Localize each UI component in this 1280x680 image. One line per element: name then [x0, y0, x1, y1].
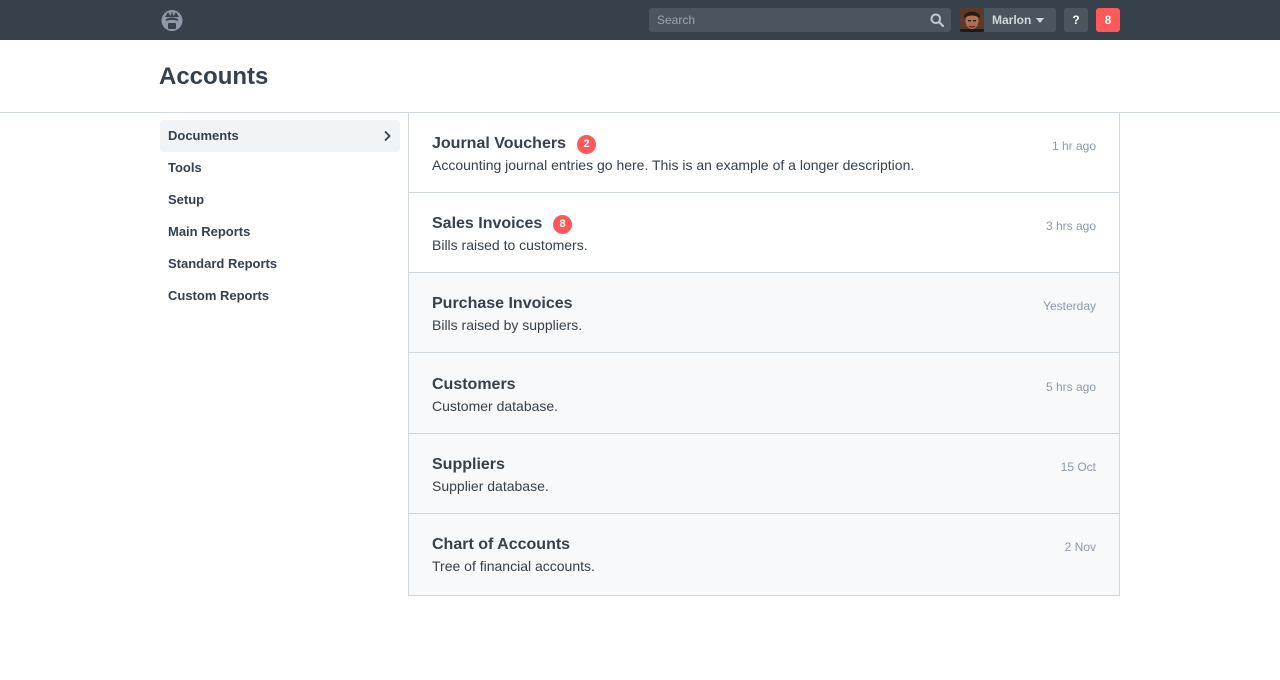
user-name: Marlon: [992, 13, 1032, 27]
list-item-customers[interactable]: Customers Customer database. 5 hrs ago: [409, 354, 1119, 434]
page-title: Accounts: [159, 63, 269, 90]
item-title: Chart of Accounts: [432, 536, 571, 553]
item-timestamp: Yesterday: [1043, 299, 1096, 313]
list-item-purchase-invoices[interactable]: Purchase Invoices Bills raised by suppli…: [409, 273, 1119, 353]
list-item-sales-invoices[interactable]: Sales Invoices 8 Bills raised to custome…: [409, 193, 1119, 273]
sidebar-item-label: Custom Reports: [168, 288, 270, 303]
caret-down-icon: [1036, 18, 1044, 23]
document-list: Journal Vouchers 2 Accounting journal en…: [408, 113, 1120, 596]
sidebar-item-setup[interactable]: Setup: [160, 184, 400, 216]
item-title: Purchase Invoices: [432, 295, 573, 312]
item-title: Journal Vouchers: [432, 135, 566, 152]
item-title: Sales Invoices: [432, 215, 543, 232]
search-input[interactable]: [649, 8, 923, 32]
item-timestamp: 1 hr ago: [1051, 139, 1096, 153]
item-title: Customers: [432, 376, 516, 393]
search-icon[interactable]: [930, 13, 944, 27]
item-description: Customer database.: [432, 398, 559, 414]
count-badge: 2: [577, 135, 596, 154]
search-box: [649, 8, 951, 32]
item-description: Tree of financial accounts.: [432, 558, 595, 574]
sidebar-item-label: Standard Reports: [168, 256, 278, 271]
item-timestamp: 5 hrs ago: [1045, 380, 1096, 394]
sidebar-item-main-reports[interactable]: Main Reports: [160, 216, 400, 248]
user-menu-button[interactable]: Marlon: [984, 8, 1056, 32]
help-button[interactable]: ?: [1064, 8, 1088, 32]
item-timestamp: 15 Oct: [1060, 460, 1096, 474]
sidebar-item-label: Main Reports: [168, 224, 251, 239]
notifications-button[interactable]: 8: [1096, 8, 1120, 32]
sidebar-item-label: Setup: [168, 192, 205, 207]
app-logo-icon[interactable]: [160, 8, 184, 32]
sidebar-item-standard-reports[interactable]: Standard Reports: [160, 248, 400, 280]
item-title: Suppliers: [432, 456, 505, 473]
item-description: Supplier database.: [432, 478, 549, 494]
list-item-chart-of-accounts[interactable]: Chart of Accounts Tree of financial acco…: [409, 514, 1119, 595]
sidebar-item-custom-reports[interactable]: Custom Reports: [160, 280, 400, 312]
top-navbar: Marlon ? 8: [0, 0, 1280, 40]
avatar-photo: [960, 8, 984, 32]
item-timestamp: 3 hrs ago: [1045, 219, 1096, 233]
sidebar-item-label: Documents: [168, 128, 239, 143]
sidebar-item-label: Tools: [168, 160, 202, 175]
sidebar-item-documents[interactable]: Documents: [160, 120, 400, 152]
item-description: Bills raised by suppliers.: [432, 317, 583, 333]
list-item-suppliers[interactable]: Suppliers Supplier database. 15 Oct: [409, 434, 1119, 514]
count-badge: 8: [553, 215, 572, 234]
list-item-journal-vouchers[interactable]: Journal Vouchers 2 Accounting journal en…: [409, 113, 1119, 193]
sidebar-item-tools[interactable]: Tools: [160, 152, 400, 184]
item-timestamp: 2 Nov: [1064, 540, 1096, 554]
item-description: Bills raised to customers.: [432, 237, 588, 253]
item-description: Accounting journal entries go here. This…: [432, 157, 915, 173]
chevron-right-icon: [384, 130, 391, 142]
user-avatar[interactable]: [960, 8, 984, 32]
